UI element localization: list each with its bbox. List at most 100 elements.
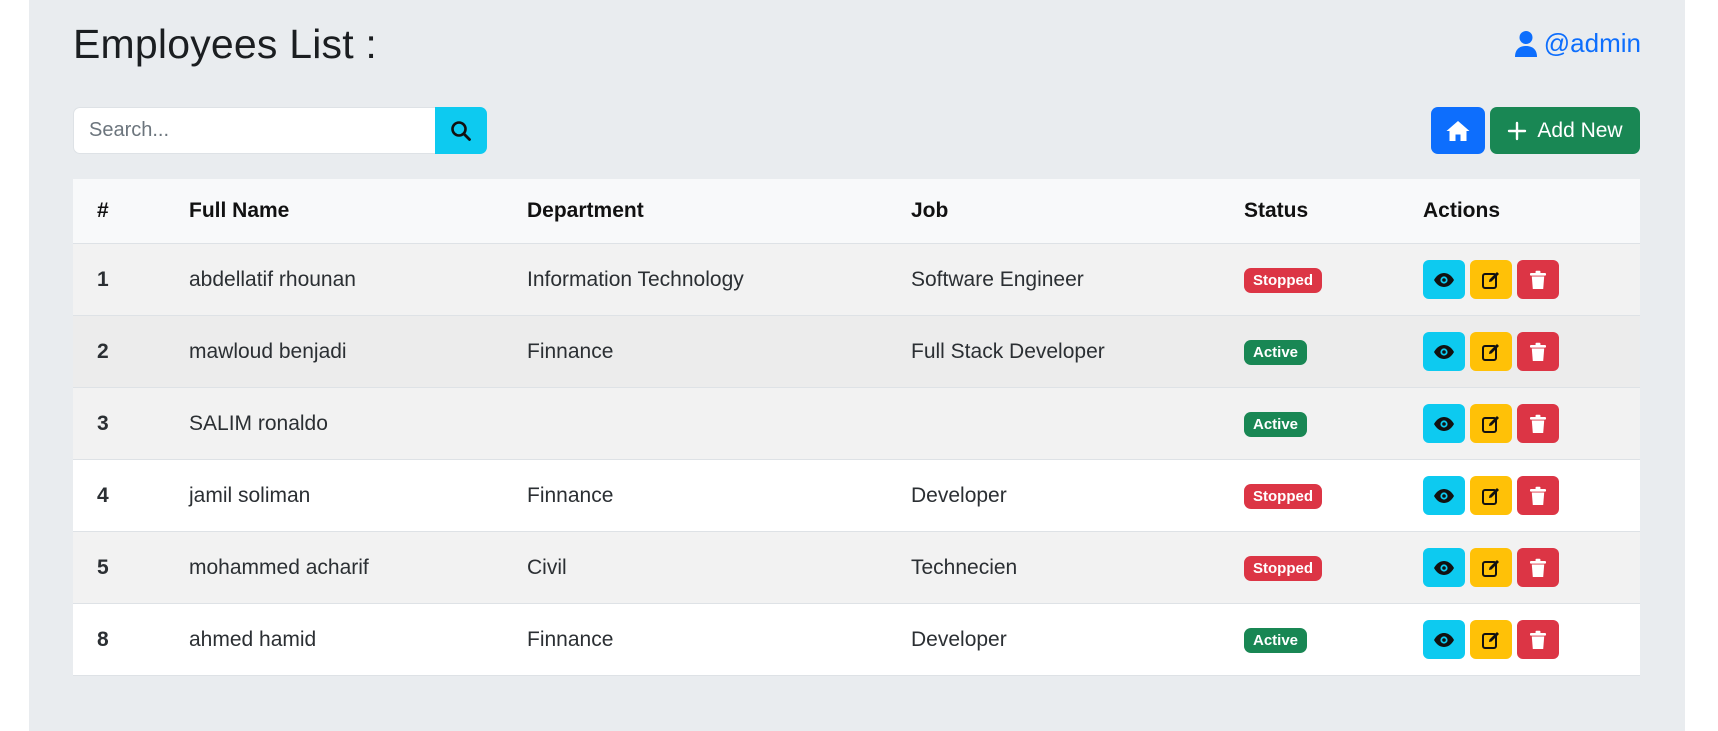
eye-icon bbox=[1434, 416, 1454, 431]
user-name: @admin bbox=[1543, 28, 1641, 58]
row-actions bbox=[1423, 603, 1640, 676]
delete-button[interactable] bbox=[1517, 476, 1559, 515]
column-header-job: Job bbox=[911, 179, 1244, 244]
column-header-full-name: Full Name bbox=[189, 179, 527, 244]
row-actions bbox=[1423, 243, 1640, 316]
status-badge: Stopped bbox=[1244, 555, 1322, 581]
plus-icon bbox=[1508, 121, 1527, 140]
row-status-cell: Active bbox=[1244, 603, 1423, 676]
row-full-name: SALIM ronaldo bbox=[189, 387, 527, 460]
page-title: Employees List : bbox=[73, 21, 377, 67]
user-icon bbox=[1514, 30, 1537, 57]
add-new-button[interactable]: Add New bbox=[1490, 107, 1640, 154]
search-button[interactable] bbox=[435, 107, 487, 154]
column-header-department: Department bbox=[527, 179, 911, 244]
row-job: Software Engineer bbox=[911, 243, 1244, 316]
row-job: Technecien bbox=[911, 531, 1244, 604]
row-status-cell: Stopped bbox=[1244, 459, 1423, 532]
trash-icon bbox=[1530, 630, 1546, 649]
column-header-number: # bbox=[73, 179, 189, 244]
row-department: Information Technology bbox=[527, 243, 911, 316]
eye-icon bbox=[1434, 560, 1454, 575]
eye-icon bbox=[1434, 488, 1454, 503]
row-actions bbox=[1423, 531, 1640, 604]
view-button[interactable] bbox=[1423, 620, 1465, 659]
delete-button[interactable] bbox=[1517, 548, 1559, 587]
table-row: 4 jamil soliman Finnance Developer Stopped bbox=[73, 459, 1640, 532]
edit-button[interactable] bbox=[1470, 332, 1512, 371]
row-id: 8 bbox=[73, 603, 189, 676]
table-row: 8 ahmed hamid Finnance Developer Active bbox=[73, 603, 1640, 676]
delete-button[interactable] bbox=[1517, 332, 1559, 371]
row-department bbox=[527, 387, 911, 460]
edit-button[interactable] bbox=[1470, 404, 1512, 443]
column-header-status: Status bbox=[1244, 179, 1423, 244]
row-job: Developer bbox=[911, 603, 1244, 676]
view-button[interactable] bbox=[1423, 548, 1465, 587]
row-status-cell: Stopped bbox=[1244, 531, 1423, 604]
row-full-name: ahmed hamid bbox=[189, 603, 527, 676]
edit-icon bbox=[1482, 487, 1499, 505]
edit-icon bbox=[1482, 343, 1499, 361]
edit-button[interactable] bbox=[1470, 548, 1512, 587]
trash-icon bbox=[1530, 558, 1546, 577]
trash-icon bbox=[1530, 342, 1546, 361]
row-id: 5 bbox=[73, 531, 189, 604]
column-header-actions: Actions bbox=[1423, 179, 1640, 244]
home-icon bbox=[1446, 120, 1470, 141]
status-badge: Active bbox=[1244, 627, 1308, 653]
row-id: 1 bbox=[73, 243, 189, 316]
search-input[interactable] bbox=[73, 107, 435, 154]
table-header-row: # Full Name Department Job Status Action… bbox=[73, 179, 1640, 244]
delete-button[interactable] bbox=[1517, 260, 1559, 299]
trash-icon bbox=[1530, 486, 1546, 505]
view-button[interactable] bbox=[1423, 476, 1465, 515]
view-button[interactable] bbox=[1423, 332, 1465, 371]
add-new-label: Add New bbox=[1537, 118, 1623, 142]
delete-button[interactable] bbox=[1517, 404, 1559, 443]
view-button[interactable] bbox=[1423, 260, 1465, 299]
delete-button[interactable] bbox=[1517, 620, 1559, 659]
eye-icon bbox=[1434, 632, 1454, 647]
row-full-name: jamil soliman bbox=[189, 459, 527, 532]
row-department: Finnance bbox=[527, 603, 911, 676]
row-department: Finnance bbox=[527, 315, 911, 388]
row-id: 3 bbox=[73, 387, 189, 460]
row-status-cell: Active bbox=[1244, 315, 1423, 388]
search-group bbox=[73, 107, 487, 154]
edit-button[interactable] bbox=[1470, 476, 1512, 515]
eye-icon bbox=[1434, 344, 1454, 359]
status-badge: Stopped bbox=[1244, 483, 1322, 509]
trash-icon bbox=[1530, 270, 1546, 289]
row-id: 4 bbox=[73, 459, 189, 532]
edit-icon bbox=[1482, 631, 1499, 649]
view-button[interactable] bbox=[1423, 404, 1465, 443]
row-full-name: mawloud benjadi bbox=[189, 315, 527, 388]
row-id: 2 bbox=[73, 315, 189, 388]
edit-icon bbox=[1482, 415, 1499, 433]
row-department: Civil bbox=[527, 531, 911, 604]
eye-icon bbox=[1434, 272, 1454, 287]
table-row: 2 mawloud benjadi Finnance Full Stack Devel… bbox=[73, 315, 1640, 388]
user-link[interactable]: @admin bbox=[1514, 28, 1641, 59]
row-full-name: abdellatif rhounan bbox=[189, 243, 527, 316]
row-full-name: mohammed acharif bbox=[189, 531, 527, 604]
row-job: Full Stack Developer bbox=[911, 315, 1244, 388]
home-button[interactable] bbox=[1431, 107, 1485, 154]
table-row: 3 SALIM ronaldo Active bbox=[73, 387, 1640, 460]
trash-icon bbox=[1530, 414, 1546, 433]
search-icon bbox=[451, 120, 471, 141]
row-status-cell: Stopped bbox=[1244, 243, 1423, 316]
row-department: Finnance bbox=[527, 459, 911, 532]
row-actions bbox=[1423, 315, 1640, 388]
status-badge: Active bbox=[1244, 339, 1308, 365]
row-job bbox=[911, 387, 1244, 460]
row-actions bbox=[1423, 459, 1640, 532]
edit-icon bbox=[1482, 559, 1499, 577]
edit-button[interactable] bbox=[1470, 260, 1512, 299]
edit-button[interactable] bbox=[1470, 620, 1512, 659]
table-row: 5 mohammed acharif Civil Technecien Stopped bbox=[73, 531, 1640, 604]
status-badge: Active bbox=[1244, 411, 1308, 437]
row-actions bbox=[1423, 387, 1640, 460]
employees-table: # Full Name Department Job Status Action… bbox=[73, 179, 1640, 676]
